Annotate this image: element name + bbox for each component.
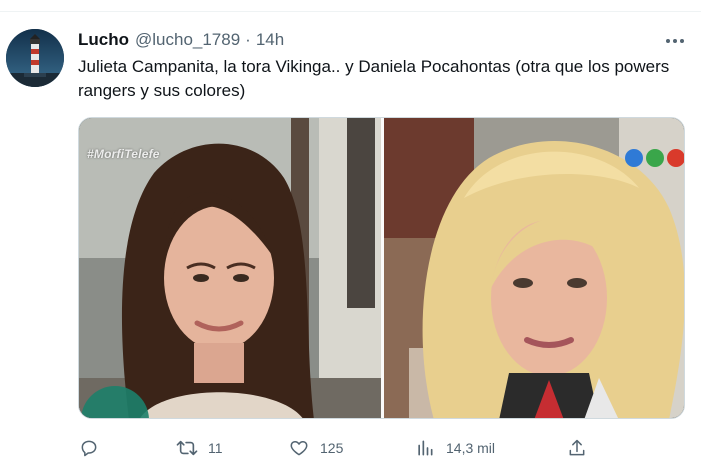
- share-button[interactable]: [566, 433, 588, 463]
- retweet-count: 11: [208, 440, 223, 456]
- author-handle[interactable]: @lucho_1789: [135, 30, 240, 50]
- avatar[interactable]: [6, 29, 64, 87]
- tweet-text: Julieta Campanita, la tora Vikinga.. y D…: [78, 57, 670, 100]
- share-icon: [566, 437, 588, 459]
- top-divider: [0, 0, 701, 12]
- reply-button[interactable]: [78, 433, 100, 463]
- timestamp[interactable]: 14h: [256, 30, 284, 50]
- like-count: 125: [320, 440, 344, 456]
- heart-icon: [288, 437, 310, 459]
- tweet[interactable]: Lucho @lucho_1789 · 14h Julieta Campanit…: [0, 13, 701, 470]
- media-watermark-tag: #MorfiTelefe: [87, 147, 160, 161]
- reply-icon: [78, 437, 100, 459]
- views-button[interactable]: 14,3 mil: [414, 433, 495, 463]
- retweet-button[interactable]: 11: [176, 433, 223, 463]
- retweet-icon: [176, 437, 198, 459]
- more-icon[interactable]: [662, 31, 688, 51]
- tweet-header: Lucho @lucho_1789 · 14h: [78, 29, 284, 51]
- analytics-icon: [414, 437, 436, 459]
- tweet-media-image[interactable]: #MorfiTelefe: [78, 117, 685, 419]
- view-count: 14,3 mil: [446, 440, 496, 456]
- tweet-actions: 11 125 14,3 mil: [78, 433, 598, 463]
- like-button[interactable]: 125: [288, 433, 343, 463]
- separator-dot: ·: [245, 30, 251, 49]
- author-name[interactable]: Lucho: [78, 30, 129, 50]
